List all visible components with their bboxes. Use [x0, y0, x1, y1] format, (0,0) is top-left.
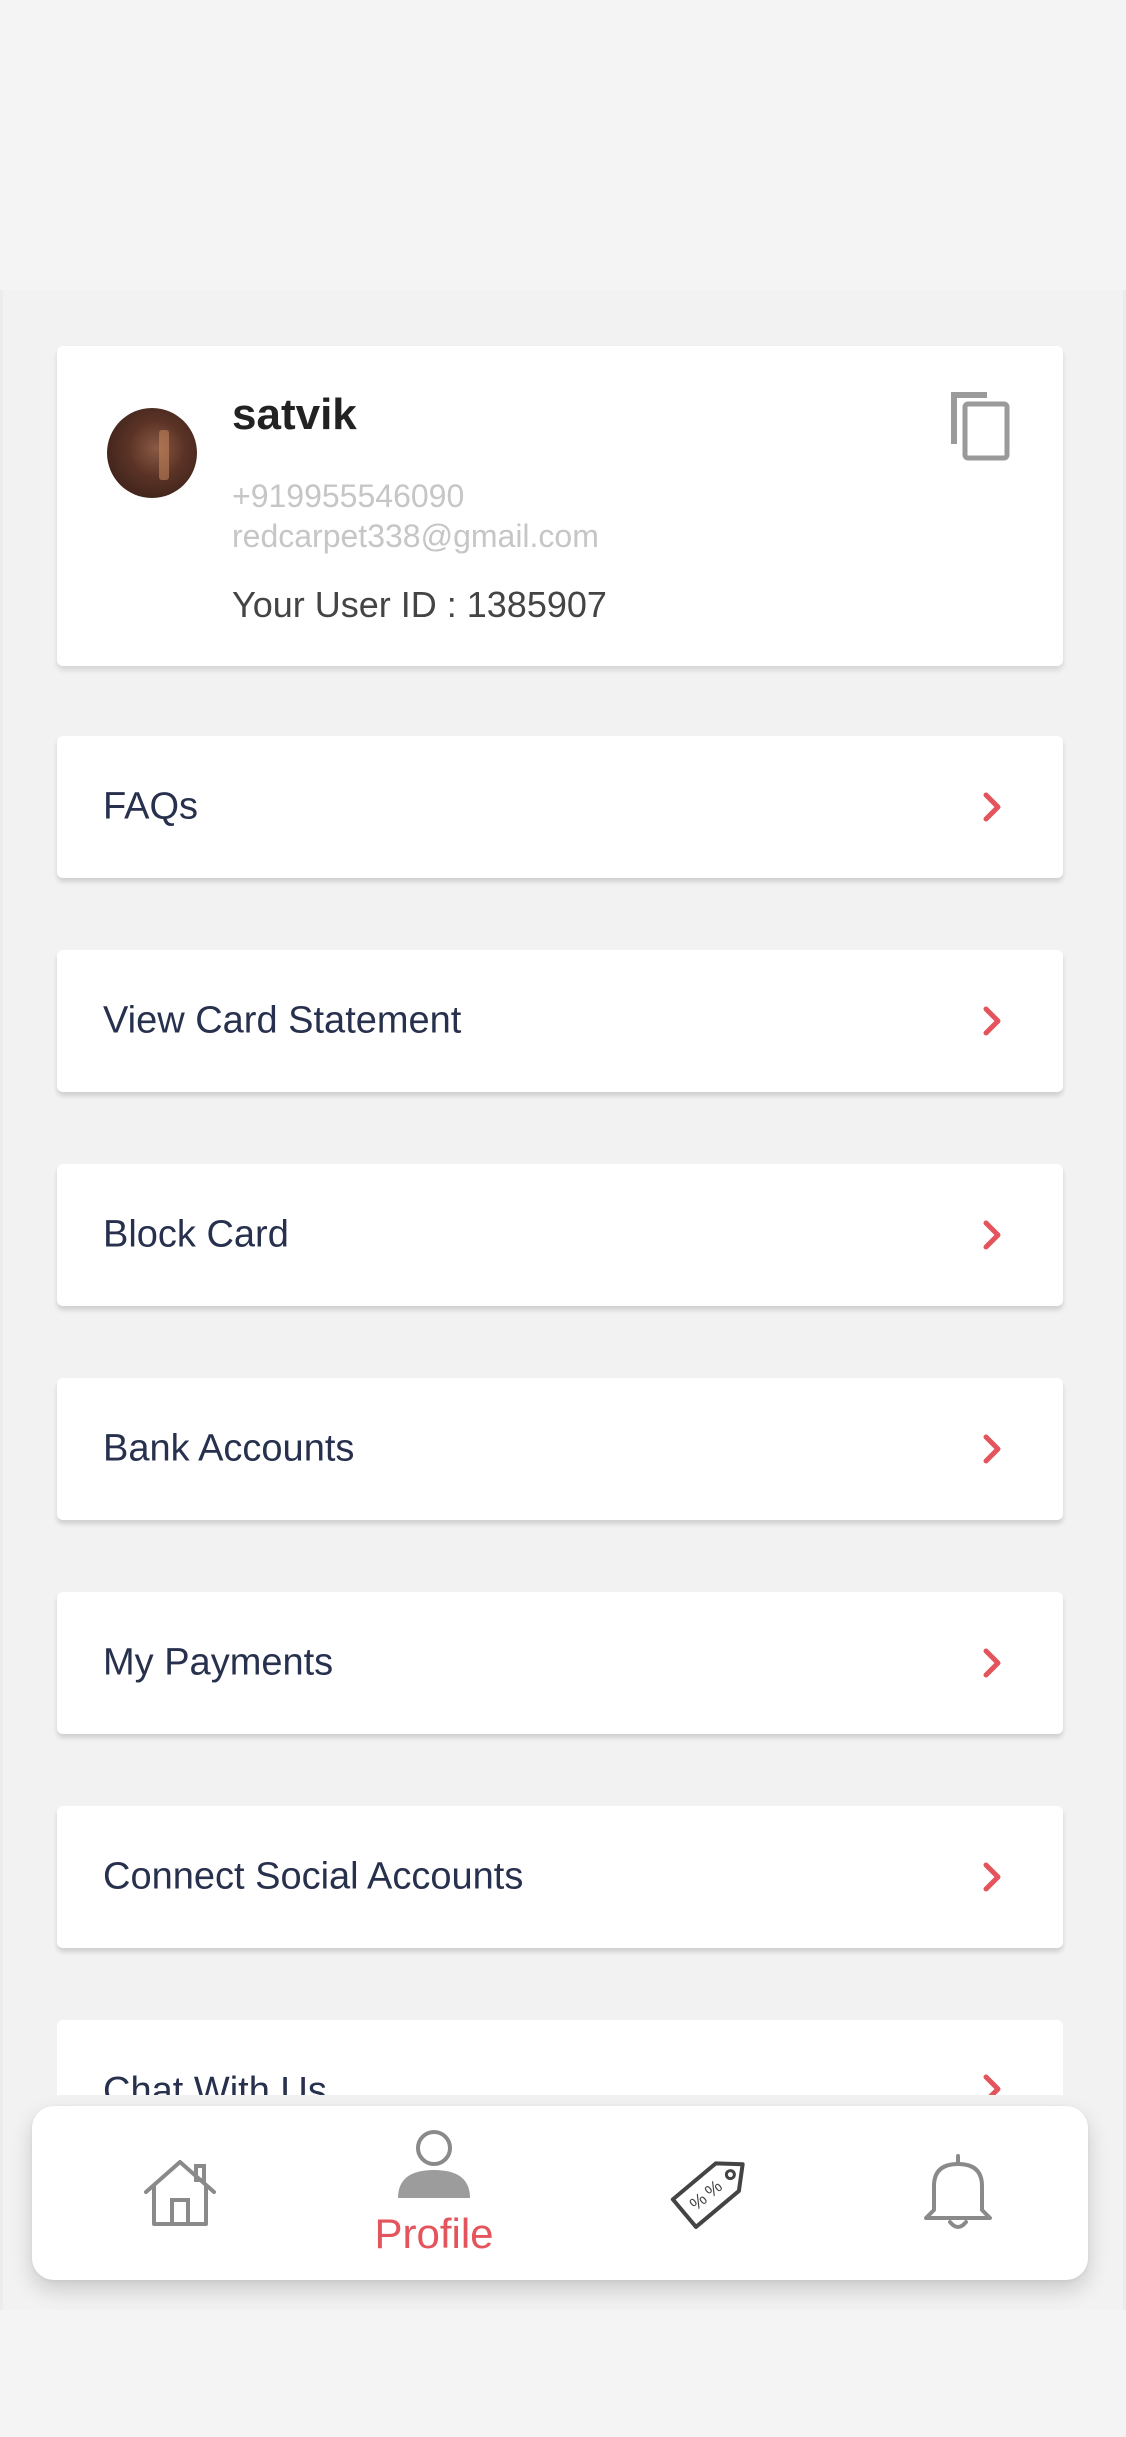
nav-label-profile: Profile	[374, 2210, 494, 2257]
menu-item-label: Block Card	[103, 1213, 289, 1256]
chevron-right-icon	[983, 1220, 1001, 1250]
profile-card: satvik +919955546090 redcarpet338@gmail.…	[57, 346, 1063, 666]
nav-offers[interactable]: % %	[612, 2106, 812, 2280]
nav-notifications[interactable]	[858, 2106, 1058, 2280]
user-phone: +919955546090	[232, 478, 465, 514]
chevron-right-icon	[983, 1862, 1001, 1892]
menu-item-faqs[interactable]: FAQs	[57, 736, 1063, 878]
menu-item-view-card-statement[interactable]: View Card Statement	[57, 950, 1063, 1092]
menu-item-label: Chat With Us	[103, 2070, 327, 2095]
chevron-right-icon	[983, 1006, 1001, 1036]
chevron-right-icon	[983, 2074, 1001, 2095]
offers-tag-icon: % %	[670, 2161, 745, 2229]
menu-item-my-payments[interactable]: My Payments	[57, 1592, 1063, 1734]
copy-icon[interactable]	[943, 388, 1013, 462]
chevron-right-icon	[983, 792, 1001, 822]
menu-item-label: FAQs	[103, 785, 199, 828]
nav-home[interactable]	[88, 2106, 288, 2280]
avatar[interactable]	[107, 408, 197, 498]
user-name: satvik	[232, 390, 357, 439]
home-icon	[144, 2160, 216, 2226]
menu-item-label: View Card Statement	[103, 999, 462, 1042]
profile-icon	[398, 2130, 470, 2198]
menu-item-block-card[interactable]: Block Card	[57, 1164, 1063, 1306]
menu-item-connect-social-accounts[interactable]: Connect Social Accounts	[57, 1806, 1063, 1948]
menu-item-label: My Payments	[103, 1641, 334, 1684]
menu-item-label: Bank Accounts	[103, 1427, 355, 1470]
menu-item-label: Connect Social Accounts	[103, 1855, 524, 1898]
bottom-nav: Profile % %	[32, 2106, 1088, 2280]
user-email: redcarpet338@gmail.com	[232, 518, 599, 554]
chevron-right-icon	[983, 1434, 1001, 1464]
menu-item-bank-accounts[interactable]: Bank Accounts	[57, 1378, 1063, 1520]
chevron-right-icon	[983, 1648, 1001, 1678]
menu-item-chat-with-us[interactable]: Chat With Us	[57, 2020, 1063, 2095]
user-id: Your User ID : 1385907	[232, 584, 607, 625]
bell-icon	[924, 2154, 992, 2229]
profile-screen: satvik +919955546090 redcarpet338@gmail.…	[0, 0, 1126, 2437]
nav-profile[interactable]: Profile	[334, 2106, 534, 2280]
